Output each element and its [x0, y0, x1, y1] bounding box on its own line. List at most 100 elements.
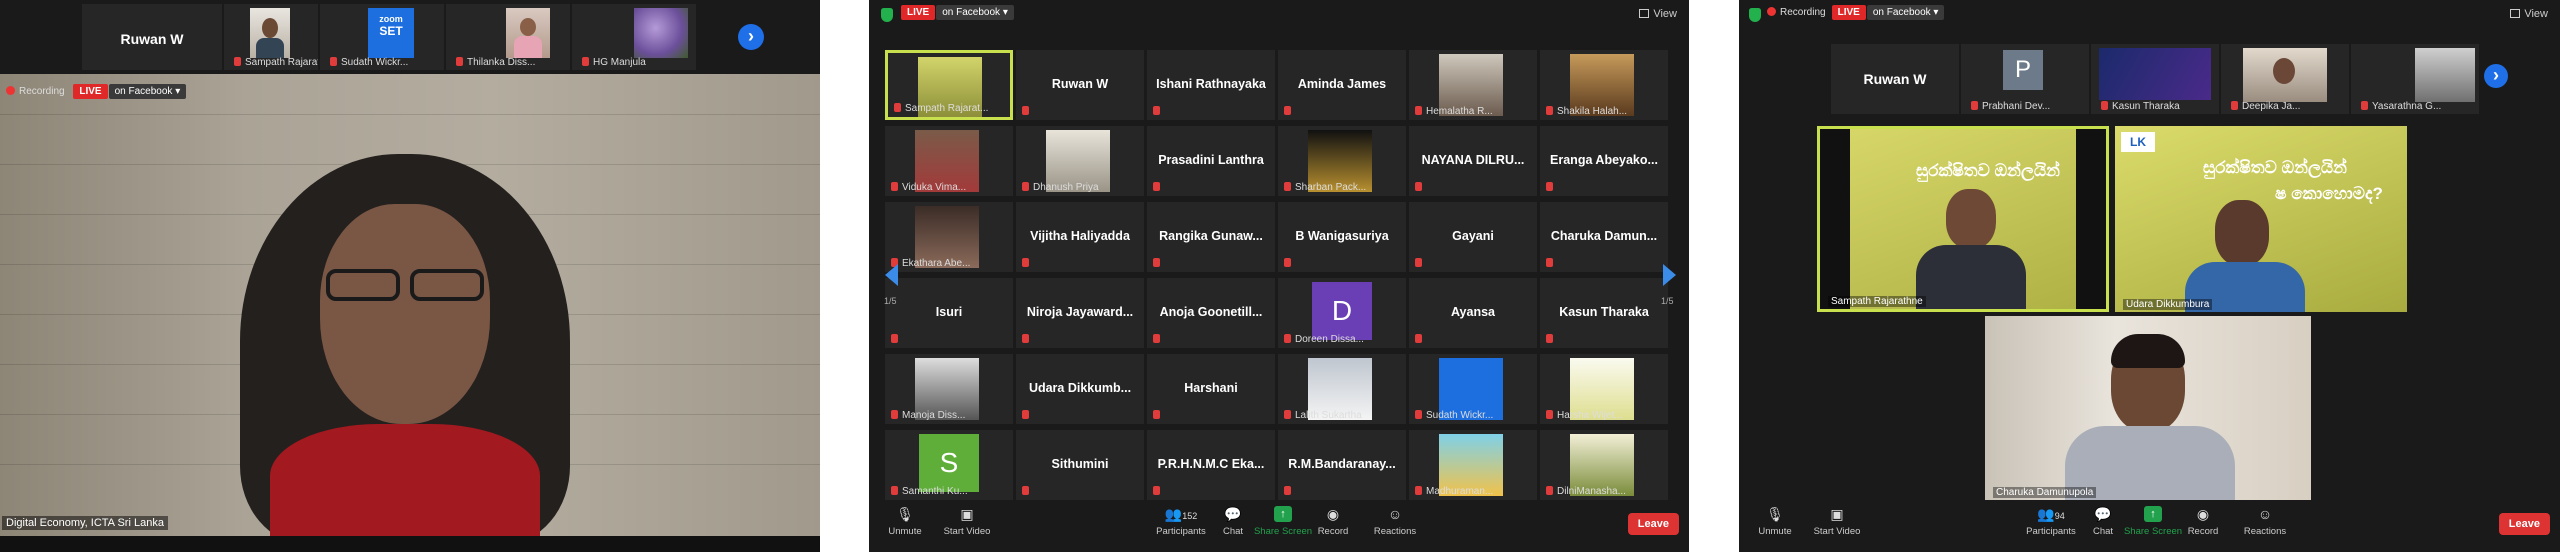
gallery-tile[interactable]: Aminda James: [1278, 50, 1406, 120]
strip-tile[interactable]: Thilanka Diss...: [446, 4, 570, 70]
speaker-figure: [240, 154, 570, 536]
live-badge[interactable]: LIVE: [1831, 5, 1866, 20]
gallery-tile[interactable]: B Wanigasuriya: [1278, 202, 1406, 272]
gallery-tile[interactable]: DilniManasha...: [1540, 430, 1668, 500]
muted-mic-icon: [1415, 334, 1422, 343]
unmute-button[interactable]: 🎙 Unmute: [1745, 506, 1805, 537]
reactions-button[interactable]: ☺ Reactions: [2235, 506, 2295, 537]
start-video-button[interactable]: ▣ Start Video: [937, 506, 997, 537]
live-destination-dropdown[interactable]: on Facebook ▾: [108, 84, 187, 99]
gallery-tile[interactable]: NAYANA DILRU...: [1409, 126, 1537, 196]
live-badge[interactable]: LIVE: [901, 5, 936, 20]
live-badge[interactable]: LIVE: [73, 84, 108, 99]
record-button[interactable]: ◉ Record: [2173, 506, 2233, 537]
record-icon: ◉: [1326, 506, 1340, 522]
gallery-tile-caption: Viduka Vima...: [902, 182, 967, 193]
view-button[interactable]: View: [1639, 8, 1677, 20]
gallery-tile-name: Charuka Damun...: [1550, 229, 1658, 243]
gallery-tile-name: Gayani: [1452, 229, 1494, 243]
strip-tile[interactable]: zoom SET Sudath Wickr...: [320, 4, 444, 70]
gallery-tile[interactable]: Sampath Rajarat...: [885, 50, 1013, 120]
strip-tile[interactable]: Kasun Tharaka: [2091, 44, 2219, 114]
gallery-tile[interactable]: Madhuraman...: [1409, 430, 1537, 500]
participants-icon: 👥94: [2037, 506, 2065, 522]
strip-tile[interactable]: Ruwan W: [82, 4, 222, 70]
leave-button[interactable]: Leave: [2498, 513, 2550, 535]
participants-button[interactable]: 👥94 Participants: [2021, 506, 2081, 537]
muted-mic-icon: [1153, 334, 1160, 343]
gallery-tile[interactable]: Viduka Vima...: [885, 126, 1013, 196]
gallery-tile[interactable]: Eranga Abeyako...: [1540, 126, 1668, 196]
active-speaker-video: [0, 74, 820, 536]
gallery-tile[interactable]: S Samanthi Ku...: [885, 430, 1013, 500]
gallery-tile[interactable]: Charuka Damun...: [1540, 202, 1668, 272]
recording-indicator[interactable]: Recording LIVE on Facebook ▾: [6, 84, 187, 99]
strip-tile[interactable]: HG Manjula: [572, 4, 696, 70]
gallery-tile-name: Udara Dikkumb...: [1028, 381, 1132, 395]
reactions-button[interactable]: ☺ Reactions: [1365, 506, 1425, 537]
banner-text: සුරක්ෂිතව ඔන්ලයින්: [1916, 161, 2060, 180]
unmute-button[interactable]: 🎙 Unmute: [875, 506, 935, 537]
gallery-tile[interactable]: P.R.H.N.M.C Eka...: [1147, 430, 1275, 500]
speaker-tile[interactable]: Charuka Damunupola: [1985, 316, 2311, 500]
gallery-tile[interactable]: Gayani: [1409, 202, 1537, 272]
gallery-tile[interactable]: Vijitha Haliyadda: [1016, 202, 1144, 272]
gallery-tile[interactable]: Hemalatha R...: [1409, 50, 1537, 120]
view-button[interactable]: View: [2510, 8, 2548, 20]
strip-tile[interactable]: Sampath Rajarat...: [224, 4, 318, 70]
gallery-tile[interactable]: R.M.Bandaranay...: [1278, 430, 1406, 500]
gallery-tile[interactable]: Ruwan W: [1016, 50, 1144, 120]
gallery-tile[interactable]: Lalith Sukartha: [1278, 354, 1406, 424]
gallery-tile[interactable]: Anoja Goonetill...: [1147, 278, 1275, 348]
gallery-tile[interactable]: Prasadini Lanthra: [1147, 126, 1275, 196]
banner-text: සුරක්ෂිතව ඔන්ලයින්: [2203, 158, 2347, 177]
muted-mic-icon: [894, 103, 901, 112]
live-destination-dropdown[interactable]: on Facebook ▾: [1866, 5, 1945, 20]
next-page-arrow-icon[interactable]: [1663, 264, 1676, 286]
gallery-tile[interactable]: Udara Dikkumb...: [1016, 354, 1144, 424]
participant-strip: Ruwan W P Prabhani Dev... Kasun Tharaka …: [1739, 40, 2560, 118]
next-page-icon[interactable]: ›: [738, 24, 764, 50]
muted-mic-icon: [1546, 334, 1553, 343]
strip-tile[interactable]: Ruwan W: [1831, 44, 1959, 114]
gallery-tile[interactable]: Dhanush Priya: [1016, 126, 1144, 196]
security-shield-icon[interactable]: [881, 8, 893, 22]
start-video-button[interactable]: ▣ Start Video: [1807, 506, 1867, 537]
speaker-tile[interactable]: LK සුරක්ෂිතව ඔන්ලයින් ෂ කොහොමද? Udara Di…: [2115, 126, 2407, 312]
live-destination-dropdown[interactable]: on Facebook ▾: [936, 5, 1014, 20]
gallery-tile[interactable]: Sudath Wickr...: [1409, 354, 1537, 424]
gallery-tile-name: Vijitha Haliyadda: [1030, 229, 1130, 243]
gallery-tile[interactable]: Sithumini: [1016, 430, 1144, 500]
gallery-tile[interactable]: D Doreen Dissa...: [1278, 278, 1406, 348]
muted-mic-icon: [1153, 106, 1160, 115]
gallery-tile[interactable]: Manoja Diss...: [885, 354, 1013, 424]
strip-tile[interactable]: P Prabhani Dev...: [1961, 44, 2089, 114]
gallery-tile[interactable]: Harsha Wijet...: [1540, 354, 1668, 424]
next-page-icon[interactable]: ›: [2484, 64, 2508, 88]
participants-button[interactable]: 👥152 Participants: [1151, 506, 1211, 537]
gallery-tile[interactable]: Ayansa: [1409, 278, 1537, 348]
muted-mic-icon: [1284, 410, 1291, 419]
gallery-tile[interactable]: Ekathara Abe...: [885, 202, 1013, 272]
muted-mic-icon: [1153, 486, 1160, 495]
reactions-icon: ☺: [2257, 506, 2273, 522]
strip-tile-caption: Kasun Tharaka: [2112, 101, 2180, 112]
gallery-tile[interactable]: Shakila Halah...: [1540, 50, 1668, 120]
gallery-tile[interactable]: Sharban Pack...: [1278, 126, 1406, 196]
gallery-tile[interactable]: Isuri: [885, 278, 1013, 348]
gallery-tile[interactable]: Ishani Rathnayaka: [1147, 50, 1275, 120]
gallery-tile-name: Eranga Abeyako...: [1550, 153, 1658, 167]
prev-page-arrow-icon[interactable]: [885, 264, 898, 286]
strip-tile[interactable]: Deepika Ja...: [2221, 44, 2349, 114]
security-shield-icon[interactable]: [1749, 8, 1761, 22]
gallery-tile[interactable]: Niroja Jayaward...: [1016, 278, 1144, 348]
gallery-tile[interactable]: Harshani: [1147, 354, 1275, 424]
gallery-tile-caption: Lalith Sukartha: [1295, 410, 1362, 421]
gallery-tile[interactable]: Kasun Tharaka: [1540, 278, 1668, 348]
muted-mic-icon: [1284, 258, 1291, 267]
strip-tile[interactable]: Yasarathna G...: [2351, 44, 2479, 114]
speaker-tile[interactable]: සුරක්ෂිතව ඔන්ලයින් Sampath Rajarathne: [1817, 126, 2109, 312]
record-button[interactable]: ◉ Record: [1303, 506, 1363, 537]
leave-button[interactable]: Leave: [1627, 513, 1679, 535]
gallery-tile[interactable]: Rangika Gunaw...: [1147, 202, 1275, 272]
